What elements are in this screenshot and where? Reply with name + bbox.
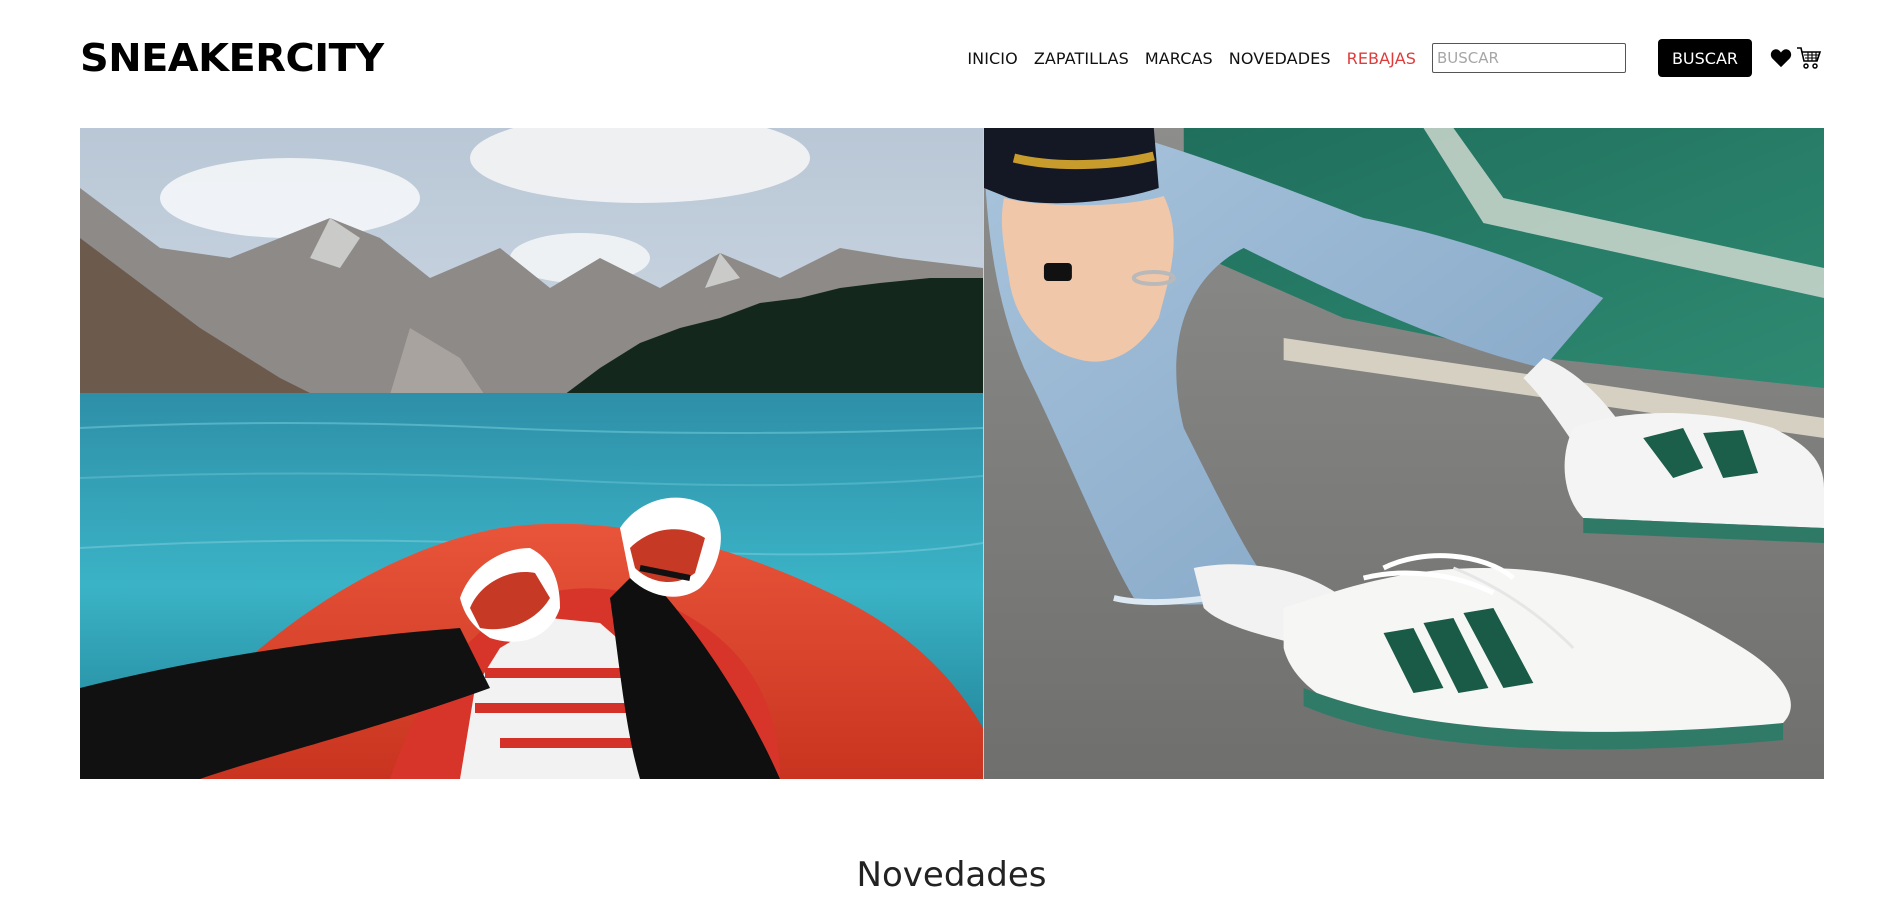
photo-sneakers-pavement (984, 128, 1824, 779)
nav-item-novedades[interactable]: NOVEDADES (1229, 49, 1331, 68)
cart-button[interactable] (1796, 46, 1822, 70)
hero-image-sneakers-pavement[interactable] (983, 128, 1824, 779)
nav-links: INICIO ZAPATILLAS MARCAS NOVEDADES REBAJ… (967, 49, 1432, 68)
site-logo[interactable]: SNEAKERCITY (80, 36, 384, 80)
cart-icon (1797, 47, 1822, 69)
nav-item-zapatillas[interactable]: ZAPATILLAS (1034, 49, 1129, 68)
hero-banner (80, 128, 1824, 779)
favorites-button[interactable] (1770, 48, 1792, 68)
heart-icon (1770, 49, 1792, 68)
nav-item-marcas[interactable]: MARCAS (1145, 49, 1213, 68)
section-title-novedades: Novedades (856, 855, 1047, 895)
photo-lake-kayak (80, 128, 983, 779)
main-nav: INICIO ZAPATILLAS MARCAS NOVEDADES REBAJ… (967, 39, 1822, 77)
nav-item-rebajas[interactable]: REBAJAS (1347, 49, 1416, 68)
search-input[interactable] (1432, 43, 1626, 73)
site-header: SNEAKERCITY INICIO ZAPATILLAS MARCAS NOV… (80, 28, 1822, 88)
search-button[interactable]: BUSCAR (1658, 39, 1752, 77)
hero-image-lake-kayak[interactable] (80, 128, 983, 779)
nav-item-inicio[interactable]: INICIO (967, 49, 1018, 68)
page: SNEAKERCITY INICIO ZAPATILLAS MARCAS NOV… (0, 0, 1903, 922)
